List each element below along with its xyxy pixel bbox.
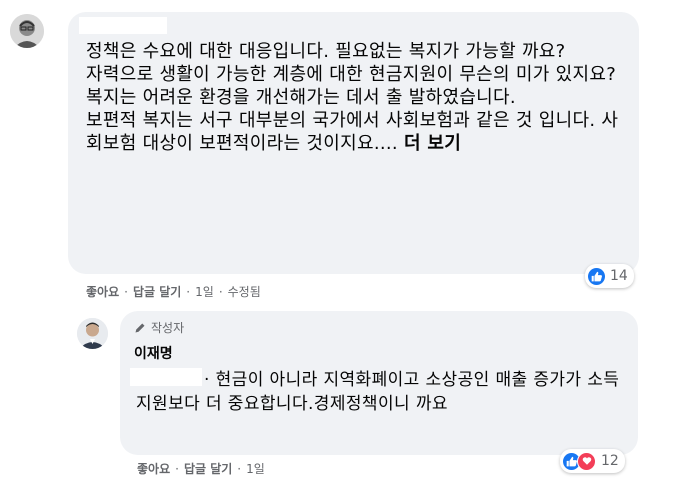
reply-button[interactable]: 답글 달기 <box>133 283 181 300</box>
reaction-count: 12 <box>601 453 619 469</box>
separator: · <box>175 461 179 476</box>
separator: · <box>186 284 191 299</box>
separator: · <box>218 284 223 299</box>
person-icon <box>77 318 108 349</box>
comment-line-2: 자력으로 생활이 가능한 계층에 대한 현금지원이 무슨의 미가 있지요? 복지… <box>86 64 617 108</box>
like-reaction-icon <box>588 267 605 285</box>
reply-actions: 좋아요 · 답글 달기 · 1일 <box>137 460 265 477</box>
separator: · <box>124 284 128 299</box>
like-button[interactable]: 좋아요 <box>86 283 119 300</box>
timestamp[interactable]: 1일 <box>195 283 214 300</box>
comment-actions: 좋아요 · 답글 달기 · 1일 · 수정됨 <box>86 283 261 300</box>
timestamp[interactable]: 1일 <box>246 460 265 477</box>
reply-author-name[interactable]: 이재명 <box>134 343 173 363</box>
reply-reactions[interactable]: 12 <box>560 449 625 473</box>
comment-text: 정책은 수요에 대한 대응입니다. 필요없는 복지가 가능할 까요? 자력으로 … <box>86 40 626 155</box>
author-badge-label: 작성자 <box>151 321 185 335</box>
reply-text-body: · 현금이 아니라 지역화폐이고 소상공인 매출 증가가 소득지원보다 더 중요… <box>136 370 620 414</box>
reaction-count: 14 <box>610 268 628 284</box>
see-more-link[interactable]: 더 보기 <box>404 133 461 154</box>
reply-text: · 현금이 아니라 지역화폐이고 소상공인 매출 증가가 소득지원보다 더 중요… <box>136 368 626 416</box>
redacted-author-name <box>79 17 167 34</box>
comment-line-1: 정책은 수요에 대한 대응입니다. 필요없는 복지가 가능할 까요? <box>86 41 566 62</box>
comment-line-3-text: 보편적 복지는 서구 대부분의 국가에서 사회보험과 같은 것 입니다. 사회보… <box>86 110 619 154</box>
love-reaction-icon <box>577 451 596 471</box>
comment-reactions[interactable]: 14 <box>585 264 634 288</box>
comment-line-3: 보편적 복지는 서구 대부분의 국가에서 사회보험과 같은 것 입니다. 사회보… <box>86 109 626 155</box>
edited-label[interactable]: 수정됨 <box>228 283 261 300</box>
commenter-avatar[interactable] <box>10 14 44 48</box>
like-button[interactable]: 좋아요 <box>137 460 170 477</box>
reply-author-avatar[interactable] <box>77 318 108 349</box>
person-icon <box>10 14 44 48</box>
separator: · <box>237 461 242 476</box>
author-badge: 작성자 <box>134 319 184 336</box>
pen-icon <box>135 323 145 332</box>
reply-button[interactable]: 답글 달기 <box>184 460 232 477</box>
